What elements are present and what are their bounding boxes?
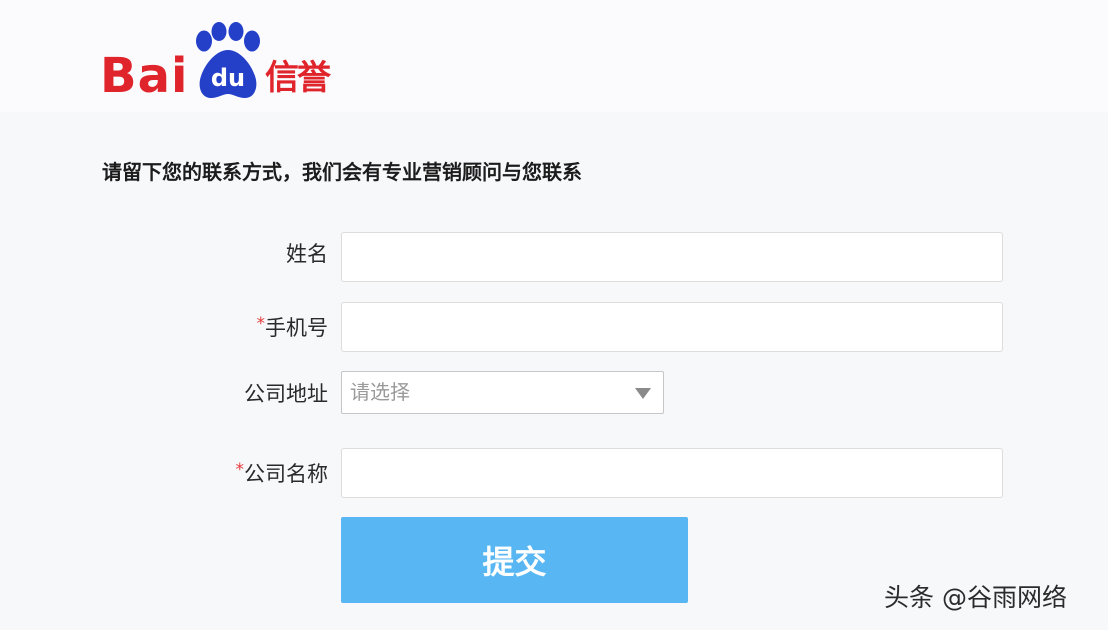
address-label: 公司地址 (244, 379, 328, 409)
dropdown-arrow-icon (635, 388, 651, 399)
baidu-xinyu-logo: Bai du 信誉 (100, 22, 340, 106)
address-select-placeholder: 请选择 (350, 380, 410, 404)
submit-button[interactable]: 提交 (341, 517, 688, 603)
required-mark: * (256, 314, 266, 334)
logo-text-xinyu: 信誉 (265, 58, 331, 98)
address-label-text: 公司地址 (244, 382, 328, 406)
watermark-text: 头条 @谷雨网络 (884, 583, 1067, 612)
phone-input[interactable] (341, 302, 1003, 352)
company-input[interactable] (341, 448, 1003, 498)
address-select[interactable]: 请选择 (341, 371, 664, 414)
name-label-text: 姓名 (286, 242, 328, 266)
paw-icon: du (188, 22, 268, 104)
required-mark: * (235, 460, 245, 480)
form-intro-text: 请留下您的联系方式，我们会有专业营销顾问与您联系 (102, 160, 582, 184)
name-label: 姓名 (286, 239, 328, 269)
logo-text-du: du (210, 64, 246, 92)
name-input[interactable] (341, 232, 1003, 282)
company-label: *公司名称 (236, 455, 329, 489)
company-label-text: 公司名称 (244, 462, 328, 486)
phone-label: *手机号 (257, 309, 329, 343)
header: Bai du 信誉 (0, 0, 1108, 112)
phone-label-text: 手机号 (265, 316, 328, 340)
logo-text-bai: Bai (100, 48, 189, 104)
